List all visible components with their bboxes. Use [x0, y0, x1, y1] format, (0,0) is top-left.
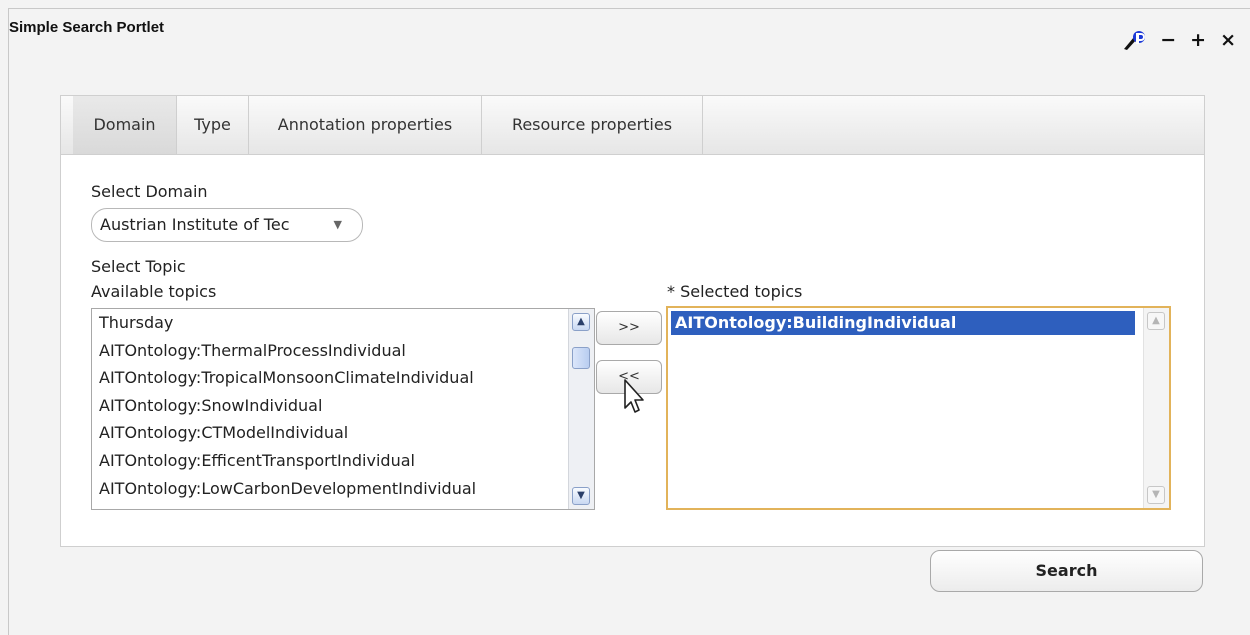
tab-resource-properties[interactable]: Resource properties [482, 96, 703, 154]
scroll-down-icon[interactable]: ▼ [1147, 486, 1165, 504]
list-item[interactable]: AITOntology:BuildingIndividual [671, 311, 1135, 335]
available-topics-label: Available topics [91, 282, 217, 301]
select-topic-label: Select Topic [91, 257, 186, 276]
domain-select-value: Austrian Institute of Tec [100, 215, 290, 234]
tab-type[interactable]: Type [177, 96, 249, 154]
scroll-thumb[interactable] [572, 347, 590, 369]
dropdown-arrow-icon: ▼ [333, 218, 342, 231]
list-item[interactable]: AITOntology:ThermalProcessIndividual [92, 337, 594, 365]
list-item[interactable]: AITOntology:EfficentTransportIndividual [92, 447, 594, 475]
search-panel: Domain Type Annotation properties Resour… [60, 95, 1205, 547]
selected-topics-scrollbar[interactable]: ▲ ▼ [1143, 308, 1169, 508]
list-item[interactable]: AITOntology:LowCarbonDevelopmentIndividu… [92, 475, 594, 503]
list-item[interactable]: AITOntology:SnowIndividual [92, 392, 594, 420]
selected-topics-label: * Selected topics [667, 282, 803, 301]
available-topics-list[interactable]: Thursday AITOntology:ThermalProcessIndiv… [91, 308, 595, 510]
list-item[interactable]: AITOntology:TropicalMonsoonClimateIndivi… [92, 364, 594, 392]
list-item[interactable]: Thursday [92, 309, 594, 337]
mouse-cursor-icon [624, 379, 644, 413]
add-topic-button[interactable]: >> [596, 311, 662, 345]
maximize-icon[interactable]: + [1190, 30, 1206, 50]
domain-select[interactable]: Austrian Institute of Tec ▼ [91, 208, 363, 242]
portlet-title: Simple Search Portlet [9, 19, 165, 36]
scroll-down-icon[interactable]: ▼ [572, 487, 590, 505]
tab-annotation-properties[interactable]: Annotation properties [249, 96, 482, 154]
list-item[interactable]: AITOntology:CTModelIndividual [92, 419, 594, 447]
available-topics-scrollbar[interactable]: ▲ ▼ [568, 309, 594, 509]
close-icon[interactable]: × [1220, 30, 1236, 50]
minimize-icon[interactable]: − [1160, 30, 1176, 50]
selected-topics-list[interactable]: AITOntology:BuildingIndividual ▲ ▼ [666, 306, 1171, 510]
search-button[interactable]: Search [930, 550, 1203, 592]
scroll-up-icon[interactable]: ▲ [1147, 312, 1165, 330]
config-icon[interactable] [1122, 29, 1146, 51]
tab-domain[interactable]: Domain [73, 96, 177, 154]
tab-bar: Domain Type Annotation properties Resour… [61, 96, 1204, 155]
scroll-up-icon[interactable]: ▲ [572, 313, 590, 331]
window-controls: − + × [1122, 29, 1236, 51]
select-domain-label: Select Domain [91, 182, 208, 201]
